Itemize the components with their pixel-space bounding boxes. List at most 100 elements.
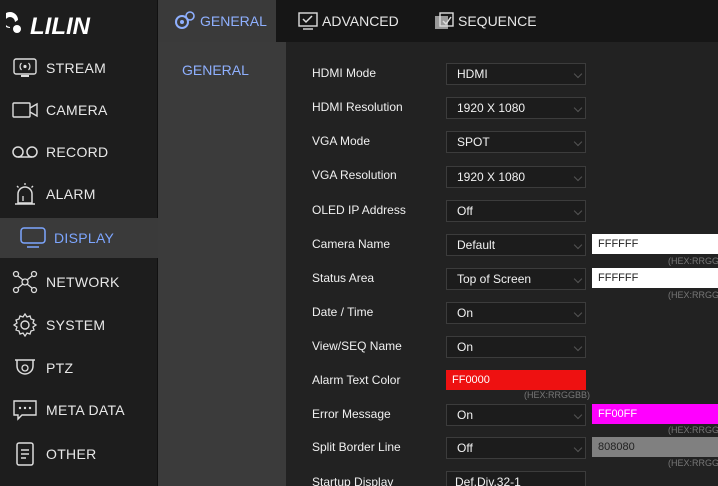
checkbox-monitor-icon bbox=[298, 12, 318, 30]
vga-resolution-select[interactable]: 1920 X 1080 bbox=[446, 166, 586, 188]
alarm-icon bbox=[12, 183, 38, 205]
vga-resolution-label: VGA Resolution bbox=[312, 168, 397, 182]
metadata-icon bbox=[12, 399, 38, 421]
sidebar-item-other[interactable]: OTHER bbox=[0, 434, 158, 474]
subnav-item-general[interactable]: GENERAL bbox=[182, 62, 249, 78]
sidebar-item-camera[interactable]: CAMERA bbox=[0, 90, 158, 130]
camera-name-color-input[interactable]: FFFFFF bbox=[592, 234, 718, 254]
error-message-hex-hint: (HEX:RRGGB bbox=[668, 425, 718, 435]
status-area-color-input[interactable]: FFFFFF bbox=[592, 268, 718, 288]
tab-bar: GENERAL ADVANCED SEQUENCE bbox=[158, 0, 718, 42]
date-time-select[interactable]: On bbox=[446, 302, 586, 324]
chevron-down-icon bbox=[573, 274, 583, 284]
camera-name-hex-hint: (HEX:RRGGB bbox=[668, 256, 718, 266]
date-time-value: On bbox=[457, 306, 474, 320]
error-message-label: Error Message bbox=[312, 407, 391, 421]
sidebar-item-label: STREAM bbox=[46, 60, 107, 76]
tab-sequence[interactable]: SEQUENCE bbox=[434, 0, 537, 42]
sidebar-item-meta-data[interactable]: META DATA bbox=[0, 390, 158, 430]
sidebar-item-label: NETWORK bbox=[46, 274, 120, 290]
vga-mode-value: SPOT bbox=[457, 135, 490, 149]
sidebar-item-ptz[interactable]: PTZ bbox=[0, 348, 158, 388]
sidebar-item-label: SYSTEM bbox=[46, 317, 106, 333]
vga-mode-label: VGA Mode bbox=[312, 134, 371, 148]
hdmi-resolution-value: 1920 X 1080 bbox=[457, 101, 526, 115]
tab-label: ADVANCED bbox=[322, 13, 399, 29]
startup-display-input[interactable]: Def.Div.32-1 bbox=[446, 471, 586, 486]
oled-ip-value: Off bbox=[457, 204, 473, 218]
logo-text: LILIN bbox=[30, 13, 91, 40]
record-icon bbox=[12, 141, 38, 163]
gear-icon bbox=[12, 313, 38, 337]
oled-ip-select[interactable]: Off bbox=[446, 200, 586, 222]
split-border-label: Split Border Line bbox=[312, 440, 401, 454]
vga-mode-select[interactable]: SPOT bbox=[446, 131, 586, 153]
split-border-select[interactable]: Off bbox=[446, 437, 586, 459]
chevron-down-icon bbox=[573, 308, 583, 318]
sidebar-item-label: PTZ bbox=[46, 360, 74, 376]
sidebar-item-record[interactable]: RECORD bbox=[0, 132, 158, 172]
chevron-down-icon bbox=[573, 410, 583, 420]
tab-advanced[interactable]: ADVANCED bbox=[298, 0, 399, 42]
sidebar-item-label: OTHER bbox=[46, 446, 97, 462]
chevron-down-icon bbox=[573, 206, 583, 216]
chevron-down-icon bbox=[573, 69, 583, 79]
lilin-logo: LILIN bbox=[6, 12, 91, 40]
sidebar-item-label: ALARM bbox=[46, 186, 96, 202]
alarm-text-color-hex-hint: (HEX:RRGGBB) bbox=[524, 390, 591, 400]
view-seq-label: View/SEQ Name bbox=[312, 339, 402, 353]
error-message-value: On bbox=[457, 408, 474, 422]
hdmi-mode-select[interactable]: HDMI bbox=[446, 63, 586, 85]
chevron-down-icon bbox=[573, 137, 583, 147]
alarm-text-color-label: Alarm Text Color bbox=[312, 373, 401, 387]
sidebar-item-alarm[interactable]: ALARM bbox=[0, 174, 158, 214]
tab-label: SEQUENCE bbox=[458, 13, 537, 29]
status-area-select[interactable]: Top of Screen bbox=[446, 268, 586, 290]
sequence-icon bbox=[434, 12, 454, 30]
network-icon bbox=[12, 270, 38, 294]
gears-icon bbox=[174, 11, 196, 31]
camera-name-value: Default bbox=[457, 238, 496, 252]
chevron-down-icon bbox=[573, 240, 583, 250]
error-message-color-input[interactable]: FF00FF bbox=[592, 404, 718, 424]
document-icon bbox=[12, 442, 38, 466]
stream-icon bbox=[12, 57, 38, 79]
chevron-down-icon bbox=[573, 172, 583, 182]
split-border-hex-hint: (HEX:RRGGB bbox=[668, 458, 718, 468]
sidebar-item-network[interactable]: NETWORK bbox=[0, 262, 158, 302]
view-seq-value: On bbox=[457, 340, 474, 354]
sub-nav: GENERAL bbox=[158, 42, 286, 486]
alarm-text-color-input[interactable]: FF0000 bbox=[446, 370, 586, 390]
chevron-down-icon bbox=[573, 443, 583, 453]
sidebar: LILIN STREAM CAMERA RECORD ALARM DISPLAY bbox=[0, 0, 158, 486]
hdmi-mode-label: HDMI Mode bbox=[312, 66, 377, 80]
chevron-down-icon bbox=[573, 342, 583, 352]
sidebar-item-label: CAMERA bbox=[46, 102, 108, 118]
settings-panel: HDMI Mode HDMI HDMI Resolution 1920 X 10… bbox=[286, 42, 718, 486]
camera-icon bbox=[12, 99, 38, 121]
sidebar-item-label: RECORD bbox=[46, 144, 109, 160]
error-message-select[interactable]: On bbox=[446, 404, 586, 426]
split-border-value: Off bbox=[457, 441, 473, 455]
view-seq-select[interactable]: On bbox=[446, 336, 586, 358]
sidebar-item-label: DISPLAY bbox=[54, 230, 115, 246]
status-area-hex-hint: (HEX:RRGGB bbox=[668, 290, 718, 300]
status-area-label: Status Area bbox=[312, 271, 375, 285]
camera-name-label: Camera Name bbox=[312, 237, 391, 251]
oled-ip-label: OLED IP Address bbox=[312, 203, 406, 217]
camera-name-select[interactable]: Default bbox=[446, 234, 586, 256]
date-time-label: Date / Time bbox=[312, 305, 374, 319]
sidebar-item-system[interactable]: SYSTEM bbox=[0, 305, 158, 345]
hdmi-resolution-select[interactable]: 1920 X 1080 bbox=[446, 97, 586, 119]
startup-display-label: Startup Display bbox=[312, 475, 394, 486]
vga-resolution-value: 1920 X 1080 bbox=[457, 170, 526, 184]
display-icon bbox=[20, 227, 46, 249]
sidebar-item-stream[interactable]: STREAM bbox=[0, 48, 158, 88]
status-area-value: Top of Screen bbox=[457, 272, 532, 286]
tab-general[interactable]: GENERAL bbox=[158, 0, 276, 42]
chevron-down-icon bbox=[573, 103, 583, 113]
hdmi-resolution-label: HDMI Resolution bbox=[312, 100, 403, 114]
split-border-color-input[interactable]: 808080 bbox=[592, 437, 718, 457]
sidebar-item-label: META DATA bbox=[46, 402, 125, 418]
sidebar-item-display[interactable]: DISPLAY bbox=[0, 218, 158, 258]
